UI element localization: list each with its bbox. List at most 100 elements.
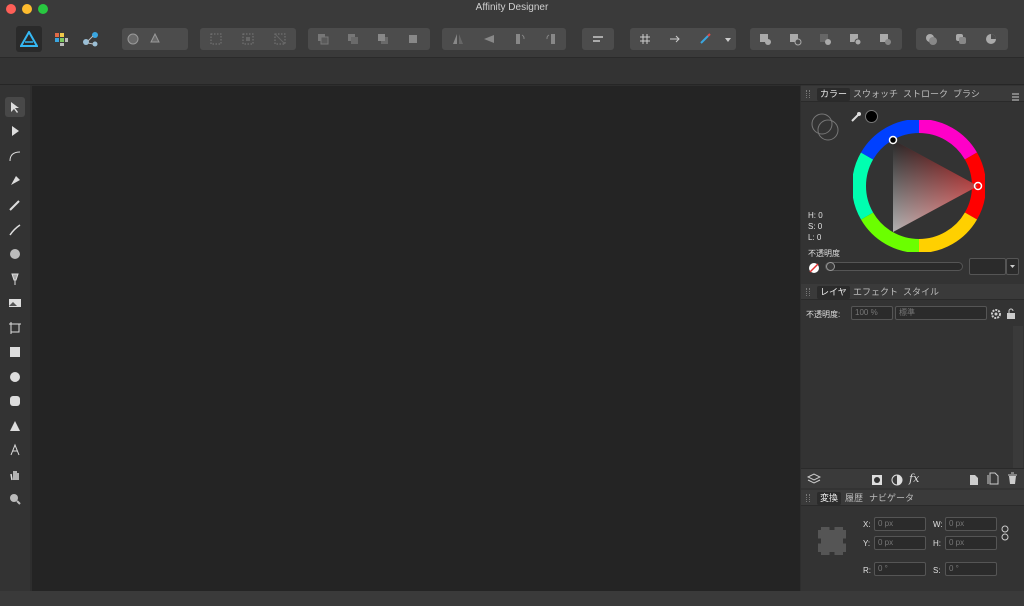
alignment-button[interactable] [582,28,614,50]
geometry-2-button[interactable] [946,28,976,50]
tab-brushes[interactable]: ブラシ [950,88,983,101]
magnet-snap-button[interactable] [690,28,720,50]
blend-mode-select[interactable]: 標準 [895,306,987,320]
xor-shape-icon [850,34,862,46]
mask-layer-icon[interactable] [871,473,883,485]
layers-list[interactable] [802,326,1013,468]
opacity-slider[interactable] [825,262,963,271]
rotation-field[interactable]: 0 ° [874,562,926,576]
guide-2-button[interactable] [232,28,264,50]
lock-aspect-ratio-icon[interactable] [1001,525,1009,541]
designer-persona-button[interactable] [16,26,42,52]
fill-stroke-selector[interactable] [808,110,842,142]
pen-tool[interactable] [5,171,25,191]
flip-vertical-button[interactable] [473,28,504,50]
text-tool[interactable] [5,440,25,460]
geometry-1-button[interactable] [916,28,946,50]
panel-grip[interactable] [806,288,810,296]
guides-group [200,28,296,50]
h-field[interactable]: 0 px [945,536,997,550]
snap-options-dropdown[interactable] [720,28,736,50]
tab-effects[interactable]: エフェクト [850,286,901,299]
tab-layers[interactable]: レイヤ [817,286,850,299]
new-layer-icon[interactable] [969,473,979,485]
rotate-left-button[interactable] [504,28,535,50]
tab-color[interactable]: カラー [817,88,851,101]
transform-panel-tabs: 変換 履歴 ナビゲータ [801,490,1024,506]
y-value: 0 px [878,538,894,547]
color-wheel[interactable] [852,119,986,253]
y-field[interactable]: 0 px [874,536,926,550]
snapping-options-button[interactable] [166,28,188,50]
geometry-3-button[interactable] [976,28,1006,50]
move-tool[interactable] [5,97,25,117]
node-tool[interactable] [5,121,25,141]
chevron-down-icon [725,38,731,42]
document-canvas[interactable] [32,86,800,591]
trash-icon[interactable] [1007,472,1018,485]
lock-icon[interactable] [1006,307,1016,319]
tab-navigator[interactable]: ナビゲータ [866,492,917,505]
transparency-tool[interactable] [5,269,25,289]
layer-opacity-field[interactable]: 100 % [851,306,893,320]
artboard-tool[interactable] [5,318,25,338]
layers-scrollbar[interactable] [1013,326,1023,468]
layers-stack-icon[interactable] [806,472,822,486]
zoom-tool[interactable] [5,489,25,509]
move-forward-one-button[interactable] [368,28,398,50]
panel-menu-icon[interactable] [1011,89,1021,101]
ellipse-tool[interactable] [5,367,25,387]
guide-1-button[interactable] [200,28,232,50]
rounded-rectangle-tool[interactable] [5,391,25,411]
snapping-button[interactable] [144,28,166,50]
add-button[interactable] [750,28,780,50]
rectangle-tool[interactable] [5,342,25,362]
tab-styles[interactable]: スタイル [900,286,942,299]
subtract-button[interactable] [780,28,810,50]
w-field[interactable]: 0 px [945,517,997,531]
opacity-dropdown[interactable] [1006,258,1019,275]
pixel-persona-button[interactable] [50,28,72,50]
move-to-front-button[interactable] [398,28,428,50]
fill-tool[interactable] [5,244,25,264]
opacity-slider-handle[interactable] [826,262,835,271]
move-back-one-button[interactable] [338,28,368,50]
flip-rotate-group [442,28,566,50]
toggle-view-button[interactable] [122,28,144,50]
corner-tool[interactable] [5,146,25,166]
circles-icon [926,34,937,45]
grid-button[interactable] [630,28,660,50]
fx-icon[interactable]: fx [909,472,919,485]
export-persona-button[interactable] [80,28,102,50]
new-group-icon[interactable] [987,472,999,485]
place-image-tool[interactable] [5,293,25,313]
panel-grip[interactable] [806,90,810,98]
adjustment-icon[interactable] [891,473,903,486]
panel-grip[interactable] [806,494,810,502]
w-label: W: [933,520,943,529]
rotate-right-button[interactable] [535,28,566,50]
no-color-icon[interactable] [808,261,820,273]
pencil-tool[interactable] [5,195,25,215]
anchor-point-selector[interactable] [815,524,849,558]
tab-stroke[interactable]: ストローク [900,88,951,101]
tab-swatches[interactable]: スウォッチ [850,88,901,101]
intersect-button[interactable] [810,28,840,50]
layer-opacity-value: 100 % [855,308,878,317]
guide-3-button[interactable] [264,28,296,50]
flip-horizontal-button[interactable] [442,28,473,50]
opacity-value-field[interactable] [969,258,1006,275]
x-field[interactable]: 0 px [874,517,926,531]
vector-brush-tool[interactable] [5,220,25,240]
fill-icon [10,249,20,259]
shear-field[interactable]: 0 ° [945,562,997,576]
tab-history[interactable]: 履歴 [842,492,866,505]
xor-button[interactable] [840,28,870,50]
triangle-tool[interactable] [5,416,25,436]
view-tool[interactable] [5,465,25,485]
move-to-back-button[interactable] [308,28,338,50]
divide-button[interactable] [870,28,900,50]
layer-settings-gear-icon[interactable] [990,307,1002,319]
tab-transform[interactable]: 変換 [817,492,842,505]
snap-to-grid-button[interactable] [660,28,690,50]
